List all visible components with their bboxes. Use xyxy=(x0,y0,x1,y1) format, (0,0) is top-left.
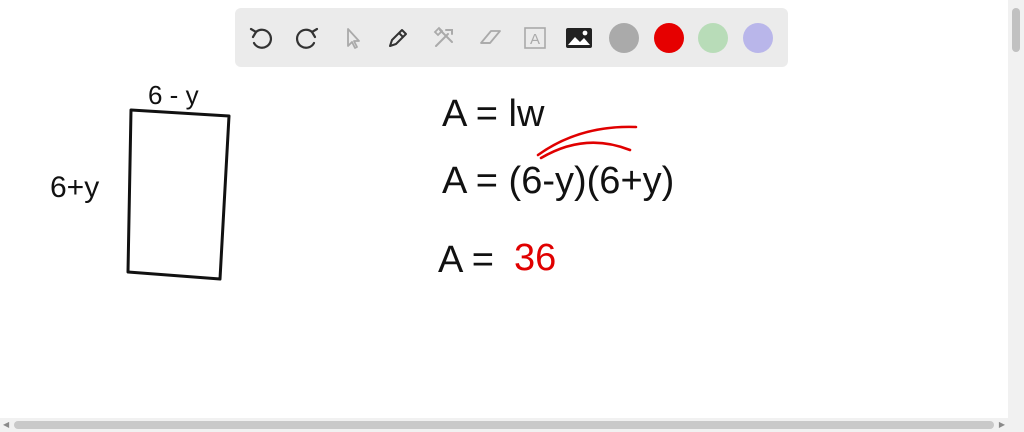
rect-top-label: 6 - y xyxy=(148,80,199,110)
rect-left-label: 6+y xyxy=(50,171,99,204)
equation-1: A = lw xyxy=(442,93,545,135)
equation-2: A = (6-y)(6+y) xyxy=(442,160,674,202)
vertical-scroll-thumb[interactable] xyxy=(1012,8,1020,52)
horizontal-scroll-thumb[interactable] xyxy=(14,421,994,429)
scroll-right-icon[interactable]: ▶ xyxy=(999,420,1005,430)
whiteboard-canvas[interactable]: 6 - y 6+y A = lw A = (6-y)(6+y) A = 36 xyxy=(0,0,1008,418)
vertical-scrollbar[interactable] xyxy=(1008,0,1024,432)
equation-3-result: 36 xyxy=(514,237,556,279)
rectangle-drawing xyxy=(126,108,231,281)
horizontal-scrollbar[interactable]: ◀ ▶ xyxy=(0,418,1008,432)
scroll-left-icon[interactable]: ◀ xyxy=(3,420,9,430)
equation-3-prefix: A = xyxy=(438,239,494,281)
